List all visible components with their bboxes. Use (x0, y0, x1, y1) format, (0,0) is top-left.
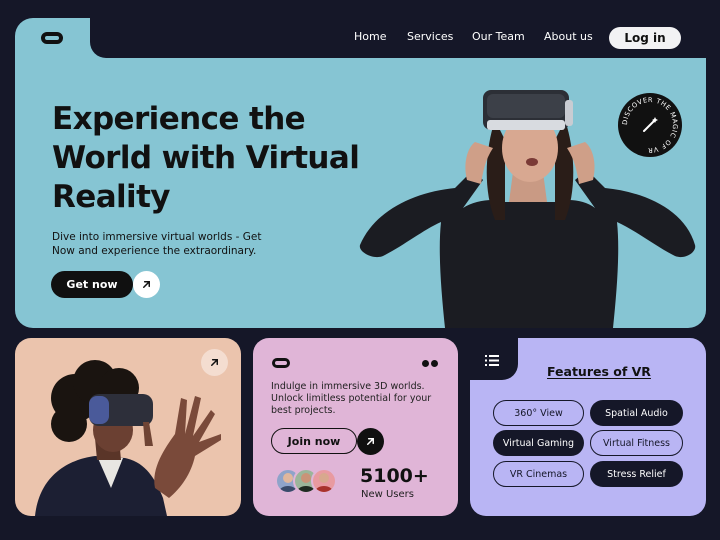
features-title: Features of VR (547, 364, 651, 379)
card2-description: Indulge in immersive 3D worlds. Unlock l… (271, 381, 432, 416)
feature-pill-vr-cinemas[interactable]: VR Cinemas (493, 461, 584, 487)
hero-subtitle: Dive into immersive virtual worlds - Get… (52, 231, 262, 257)
nav-about-us[interactable]: About us (544, 30, 593, 43)
card1-arrow-up-right-icon[interactable] (201, 349, 228, 376)
join-arrow-up-right-icon[interactable] (357, 428, 384, 455)
feature-pill-virtual-gaming[interactable]: Virtual Gaming (493, 430, 584, 456)
feature-pill-stress-relief[interactable]: Stress Relief (590, 461, 683, 487)
users-label: New Users (361, 489, 414, 500)
users-count: 5100+ (360, 465, 429, 487)
nav-our-team[interactable]: Our Team (472, 30, 525, 43)
feature-pill-spatial-audio[interactable]: Spatial Audio (590, 400, 683, 426)
feature-pill-virtual-fitness[interactable]: Virtual Fitness (590, 430, 683, 456)
avatar (311, 468, 337, 494)
more-dot-icon[interactable] (431, 360, 438, 367)
join-now-button[interactable]: Join now (271, 428, 357, 454)
get-now-button[interactable]: Get now (51, 271, 133, 298)
login-button[interactable]: Log in (609, 27, 681, 49)
menu-icon[interactable] (485, 355, 499, 366)
magic-wand-icon (643, 117, 658, 132)
nav-services[interactable]: Services (407, 30, 453, 43)
arrow-up-right-icon[interactable] (133, 271, 160, 298)
card2-logo-icon (272, 358, 290, 368)
more-dot-icon[interactable] (422, 360, 429, 367)
logo-icon[interactable] (41, 32, 63, 44)
hero-title: Experience the World with Virtual Realit… (52, 101, 360, 215)
nav-home[interactable]: Home (354, 30, 386, 43)
discover-badge-text: DISCOVER THE MAGIC OF VR (621, 96, 679, 154)
feature-pill-360-view[interactable]: 360° View (493, 400, 584, 426)
